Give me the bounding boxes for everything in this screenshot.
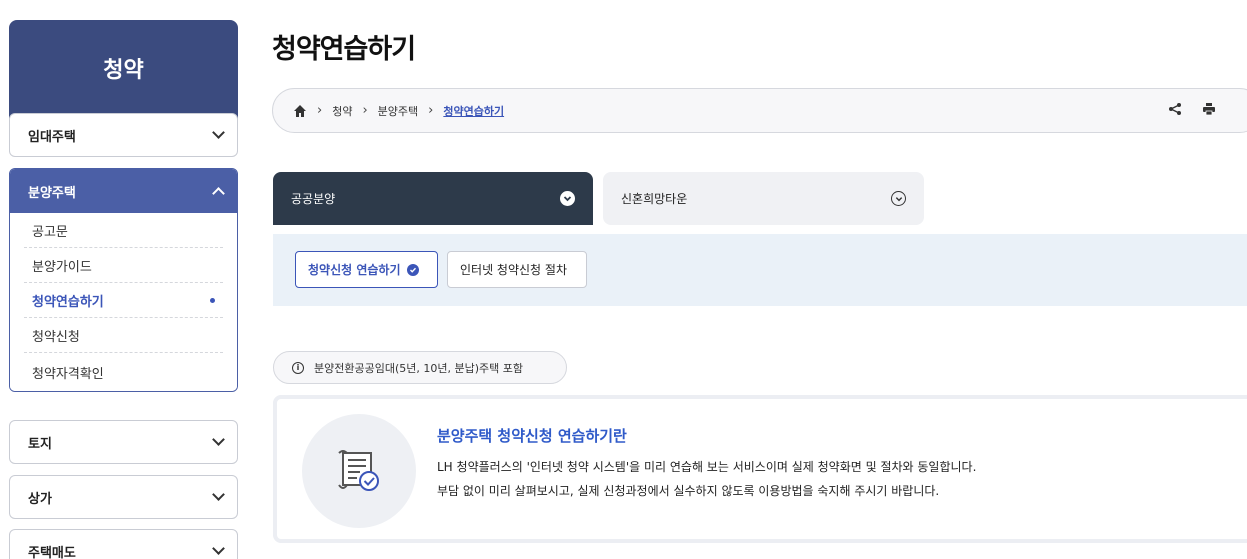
chevron-down-icon xyxy=(212,542,225,555)
tab-public-sale[interactable]: 공공분양 xyxy=(273,172,593,225)
subitem-label: 공고문 xyxy=(32,224,68,240)
sidebar-subitem-guide[interactable]: 분양가이드 xyxy=(24,248,223,283)
chevron-right-icon: › xyxy=(362,103,368,118)
sidebar-item-housing-sale[interactable]: 주택매도 xyxy=(9,529,238,559)
breadcrumb-item[interactable]: 분양주택 xyxy=(378,103,418,119)
subitem-label: 청약연습하기 xyxy=(32,294,104,310)
sidebar-title: 청약 xyxy=(9,20,238,120)
sidebar-subitem-notice[interactable]: 공고문 xyxy=(24,213,223,248)
subtab-label: 인터넷 청약신청 절차 xyxy=(460,263,567,277)
subtab-label: 청약신청 연습하기 xyxy=(308,263,401,277)
sidebar-item-label: 주택매도 xyxy=(28,545,76,559)
subtab-panel: 청약신청 연습하기 인터넷 청약신청 절차 xyxy=(273,234,1247,306)
sidebar-item-rental[interactable]: 임대주택 xyxy=(9,113,238,157)
chevron-right-icon: › xyxy=(317,103,323,118)
notice-text: 분양전환공공임대(5년, 10년, 분납)주택 포함 xyxy=(314,361,523,375)
info-card: 분양주택 청약신청 연습하기란 LH 청약플러스의 '인터넷 청약 시스템'을 … xyxy=(273,395,1247,543)
info-description: LH 청약플러스의 '인터넷 청약 시스템'을 미리 연습해 보는 서비스이며 … xyxy=(437,455,976,503)
info-title: 분양주택 청약신청 연습하기란 xyxy=(437,427,627,445)
sidebar-item-land[interactable]: 토지 xyxy=(9,420,238,464)
breadcrumb: › 청약 › 분양주택 › 청약연습하기 xyxy=(272,88,1247,133)
chevron-right-icon: › xyxy=(428,103,434,118)
chevron-down-circle-icon xyxy=(560,191,575,206)
notice-badge: i 분양전환공공임대(5년, 10년, 분납)주택 포함 xyxy=(273,351,567,384)
tab-label: 신혼희망타운 xyxy=(621,192,688,206)
sidebar-item-label: 분양주택 xyxy=(28,185,76,201)
sidebar: 청약 임대주택 분양주택 공고문 분양가이드 청약연습하기 청약신청 청약자격확… xyxy=(9,20,238,559)
check-circle-icon xyxy=(406,263,419,276)
breadcrumb-item[interactable]: 청약 xyxy=(332,103,352,119)
subtab-procedure[interactable]: 인터넷 청약신청 절차 xyxy=(447,251,587,288)
sidebar-item-store[interactable]: 상가 xyxy=(9,475,238,519)
print-icon[interactable] xyxy=(1202,102,1216,119)
chevron-down-icon xyxy=(212,126,225,139)
chevron-down-icon xyxy=(212,488,225,501)
sidebar-group-sale: 분양주택 공고문 분양가이드 청약연습하기 청약신청 청약자격확인 xyxy=(9,168,238,392)
sidebar-subitem-eligibility[interactable]: 청약자격확인 xyxy=(24,353,223,391)
info-icon: i xyxy=(292,361,304,374)
tab-label: 공공분양 xyxy=(291,192,336,206)
info-line: 부담 없이 미리 살펴보시고, 실제 신청과정에서 실수하지 않도록 이용방법을… xyxy=(437,484,940,498)
sidebar-item-label: 상가 xyxy=(28,491,52,507)
info-line: LH 청약플러스의 '인터넷 청약 시스템'을 미리 연습해 보는 서비스이며 … xyxy=(437,460,977,474)
document-check-icon xyxy=(302,414,416,528)
chevron-down-icon xyxy=(212,433,225,446)
breadcrumb-tools xyxy=(1168,102,1216,119)
subitem-label: 청약자격확인 xyxy=(32,366,104,382)
subitem-label: 청약신청 xyxy=(32,329,80,345)
sidebar-subitem-apply[interactable]: 청약신청 xyxy=(24,318,223,353)
sidebar-subitem-practice[interactable]: 청약연습하기 xyxy=(24,283,223,318)
page-title: 청약연습하기 xyxy=(272,34,416,65)
chevron-down-circle-icon xyxy=(891,191,906,206)
subtab-practice[interactable]: 청약신청 연습하기 xyxy=(295,251,438,288)
sidebar-item-label: 임대주택 xyxy=(28,129,76,145)
sidebar-submenu: 공고문 분양가이드 청약연습하기 청약신청 청약자격확인 xyxy=(10,213,237,391)
share-icon[interactable] xyxy=(1168,102,1182,119)
breadcrumb-current[interactable]: 청약연습하기 xyxy=(443,103,504,119)
chevron-up-icon xyxy=(212,187,225,200)
home-icon[interactable] xyxy=(293,104,307,118)
sidebar-item-sale[interactable]: 분양주택 xyxy=(10,169,237,213)
sidebar-item-label: 토지 xyxy=(28,436,52,452)
active-dot-icon xyxy=(210,297,215,303)
tab-newlywed-town[interactable]: 신혼희망타운 xyxy=(603,172,924,225)
subitem-label: 분양가이드 xyxy=(32,259,92,275)
